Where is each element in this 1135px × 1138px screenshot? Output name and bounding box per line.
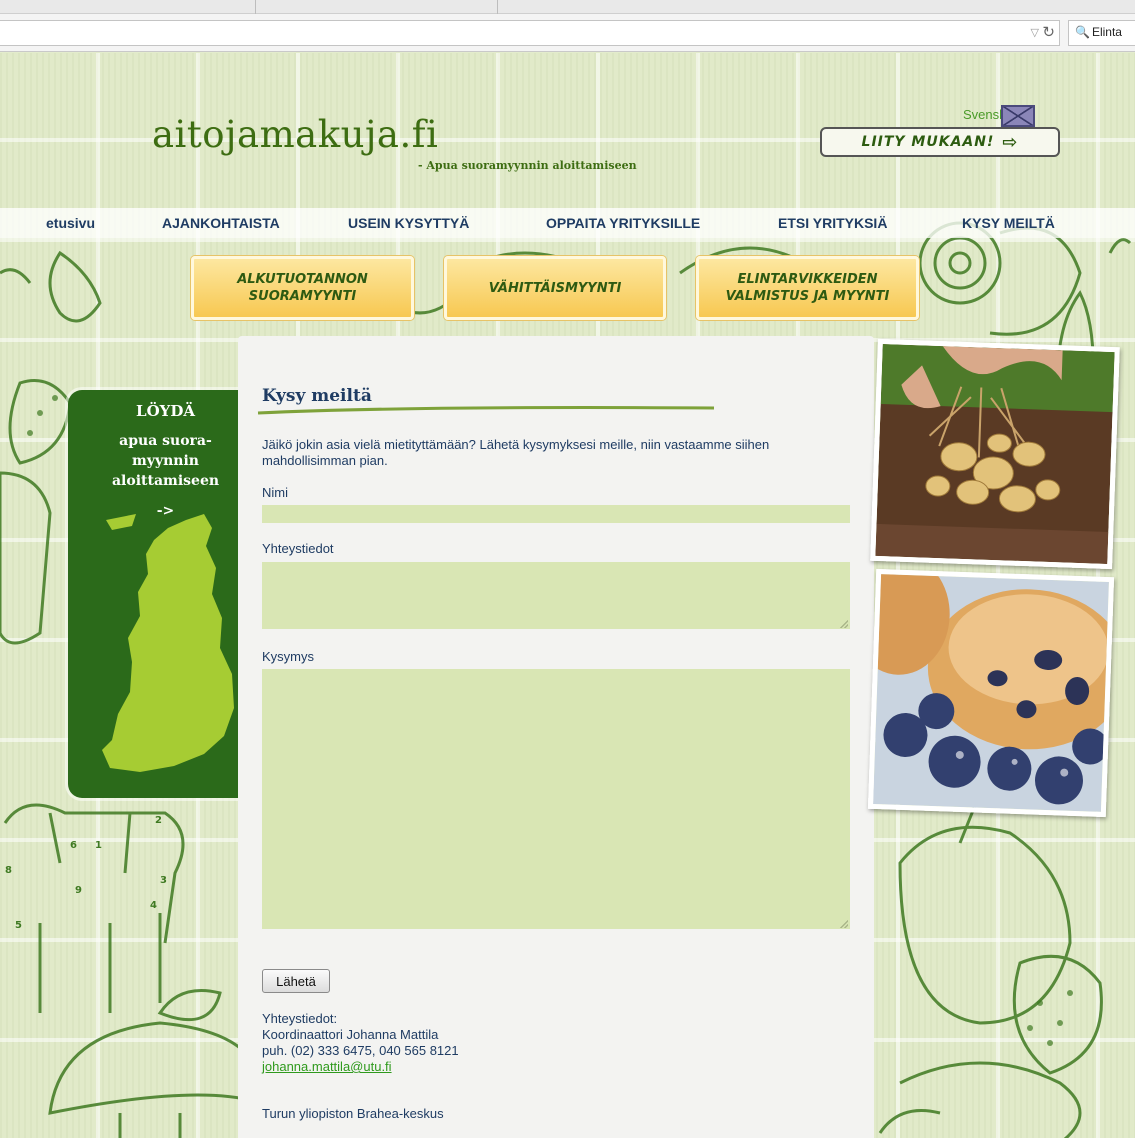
category-label-line1: ELINTARVIKKEIDEN	[737, 272, 878, 287]
contact-form-panel: Kysy meiltä Jäikö jokin asia vielä mieti…	[238, 336, 874, 1138]
contact-info-label: Yhteystiedot	[262, 541, 334, 556]
find-help-box[interactable]: LÖYDÄ apua suora- myynnin aloittamiseen …	[68, 390, 238, 798]
nav-item-ajankohtaista[interactable]: AJANKOHTAISTA	[162, 215, 280, 231]
nav-item-etusivu[interactable]: etusivu	[46, 215, 95, 231]
question-field[interactable]	[262, 669, 850, 929]
browser-search-box[interactable]: 🔍 Elinta	[1068, 20, 1135, 46]
join-button-label: LIITY MUKAAN!	[861, 134, 995, 150]
contact-heading: Yhteystiedot:	[262, 1011, 338, 1026]
nav-item-usein-kysyttya[interactable]: USEIN KYSYTTYÄ	[348, 215, 469, 231]
organization-name: Turun yliopiston Brahea-keskus	[262, 1106, 444, 1121]
browser-toolbar: ▽ ↻ 🔍 Elinta	[0, 0, 1135, 52]
arrow-right-icon: ⇨	[1002, 131, 1019, 153]
form-intro-text: Jäikö jokin asia vielä mietityttämään? L…	[262, 437, 770, 468]
resize-grip-icon[interactable]	[840, 620, 848, 628]
resize-grip-icon[interactable]	[840, 920, 848, 928]
reload-icon[interactable]: ↻	[1042, 23, 1055, 41]
question-label: Kysymys	[262, 649, 314, 664]
potatoes-photo-image	[875, 344, 1115, 564]
contact-details: Yhteystiedot: Koordinaattori Johanna Mat…	[262, 1011, 459, 1075]
site-logo[interactable]: aitojamakuja.fi	[152, 113, 438, 156]
page-background: 6 1 2 9 3 8 5 4 aitojamakuja.fi - Apua suoram…	[0, 53, 1135, 1138]
nav-item-etsi-yrityksia[interactable]: ETSI YRITYKSIÄ	[778, 215, 887, 231]
potatoes-photo	[870, 338, 1120, 570]
envelope-icon[interactable]	[1001, 105, 1035, 127]
nav-item-oppaita-yrityksille[interactable]: OPPAITA YRITYKSILLE	[546, 215, 700, 231]
category-elintarvikkeiden-valmistus[interactable]: ELINTARVIKKEIDEN VALMISTUS JA MYYNTI	[696, 256, 919, 320]
svg-text:2: 2	[155, 815, 162, 826]
contact-info-field[interactable]	[262, 562, 850, 629]
coordinator-name: Koordinaattori Johanna Mattila	[262, 1027, 439, 1042]
category-alkutuotannon-suoramyynti[interactable]: ALKUTUOTANNON SUORAMYYNTI	[191, 256, 414, 320]
find-box-line: apua suora-	[119, 433, 212, 449]
join-button[interactable]: LIITY MUKAAN! ⇨	[820, 127, 1060, 157]
category-label-line2: SUORAMYYNTI	[248, 289, 357, 304]
svg-text:3: 3	[160, 875, 167, 886]
find-box-title: LÖYDÄ	[136, 402, 195, 420]
main-navigation: etusivu AJANKOHTAISTA USEIN KYSYTTYÄ OPP…	[0, 208, 1135, 238]
svg-text:6: 6	[70, 840, 77, 851]
page-title: Kysy meiltä	[262, 386, 372, 406]
address-bar[interactable]	[0, 20, 1060, 46]
tab-divider	[255, 0, 256, 14]
blueberry-muffin-photo	[867, 568, 1115, 818]
svg-text:4: 4	[150, 900, 157, 911]
name-label: Nimi	[262, 485, 288, 500]
category-label-line1: VÄHITTÄISMYYNTI	[488, 280, 622, 296]
submit-button[interactable]: Lähetä	[262, 969, 330, 993]
history-dropdown-icon[interactable]: ▽	[1031, 26, 1039, 39]
category-vahittaismyynti[interactable]: VÄHITTÄISMYYNTI	[444, 256, 666, 320]
browser-search-text: Elinta	[1091, 25, 1122, 39]
find-box-text: apua suora- myynnin aloittamiseen	[68, 431, 263, 491]
name-field[interactable]	[262, 505, 850, 523]
email-link[interactable]: johanna.mattila@utu.fi	[262, 1059, 392, 1074]
svg-text:5: 5	[15, 920, 22, 931]
heading-underline-decoration	[257, 406, 715, 415]
browser-tab-strip	[0, 0, 1135, 14]
svg-text:8: 8	[5, 865, 12, 876]
find-box-line: myynnin	[132, 453, 199, 469]
search-icon: 🔍	[1075, 25, 1090, 39]
svg-text:1: 1	[95, 840, 102, 851]
site-tagline: - Apua suoramyynnin aloittamiseen	[418, 159, 637, 172]
phone-numbers: puh. (02) 333 6475, 040 565 8121	[262, 1043, 459, 1058]
category-label-line2: VALMISTUS JA MYYNTI	[725, 289, 890, 304]
find-box-line: aloittamiseen	[111, 473, 220, 489]
tab-divider	[497, 0, 498, 14]
finland-map-icon[interactable]	[86, 500, 236, 800]
svg-text:9: 9	[75, 885, 82, 896]
category-label-line1: ALKUTUOTANNON	[237, 272, 368, 287]
muffin-photo-image	[867, 568, 1115, 812]
nav-item-kysy-meilta[interactable]: KYSY MEILTÄ	[962, 215, 1055, 231]
